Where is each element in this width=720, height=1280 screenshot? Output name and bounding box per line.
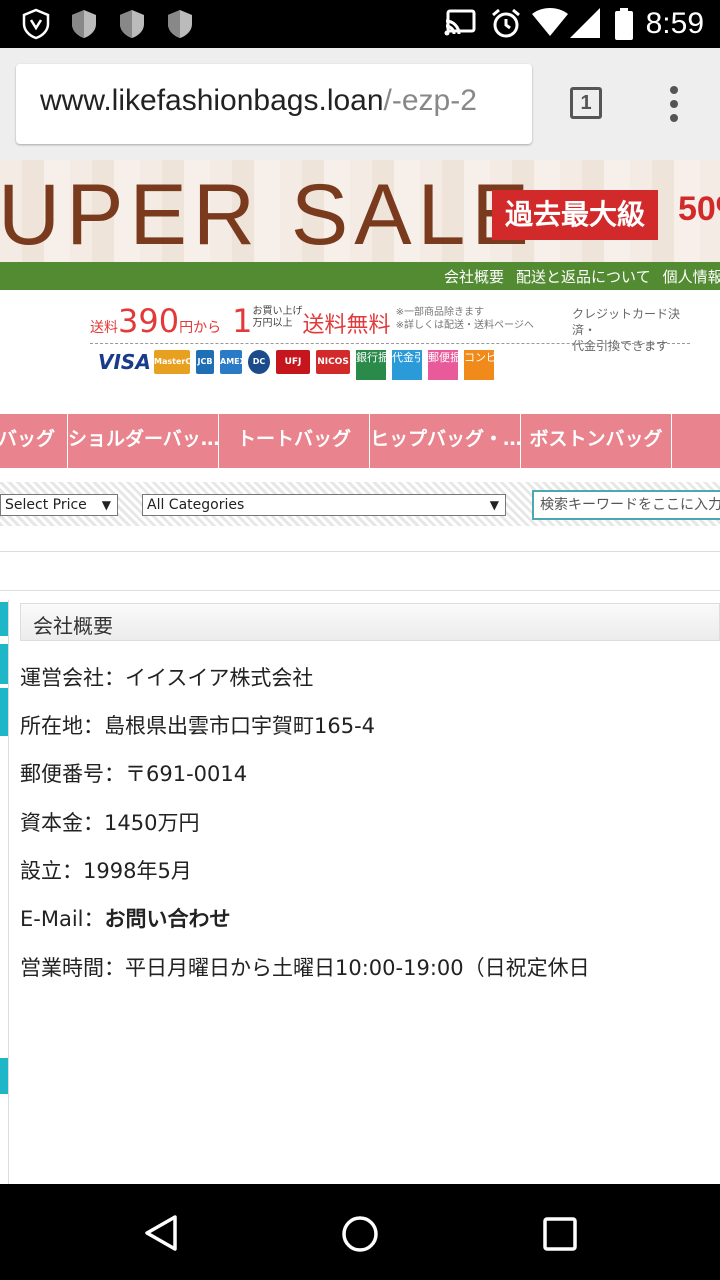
- overflow-menu-icon[interactable]: [668, 86, 680, 122]
- bank-transfer-icon: 銀行振込: [356, 350, 400, 380]
- jcb-logo: JCB: [196, 350, 214, 374]
- sidebar-marker: [0, 602, 8, 636]
- cast-icon: [444, 9, 476, 36]
- section-title: 会社概要: [33, 614, 113, 638]
- shipping-info: 送料390円から 1 お買い上げ 万円以上 送料無料 ※一部商品除きます ※詳し…: [90, 302, 692, 388]
- sale-tag: 過去最大級: [492, 190, 658, 240]
- url-path: /-ezp-2: [383, 84, 477, 117]
- link-privacy[interactable]: 個人情報保: [663, 268, 720, 286]
- email-label: E-Mail：: [20, 907, 105, 931]
- url-host: www.likefashionbags.loan: [40, 84, 384, 117]
- ufj-logo: UFJ: [276, 350, 310, 374]
- home-icon[interactable]: [340, 1214, 380, 1254]
- battery-icon: [615, 8, 633, 40]
- link-company-overview[interactable]: 会社概要: [444, 268, 504, 286]
- contact-link[interactable]: お問い合わせ: [105, 907, 231, 931]
- status-bar: 8:59: [0, 0, 720, 48]
- address-bar[interactable]: www.likefashionbags.loan/-ezp-2: [16, 64, 532, 144]
- company-postal: 郵便番号：〒691-0014: [20, 762, 248, 786]
- diners-logo: DC: [248, 350, 270, 374]
- threshold-top: お買い上げ: [252, 306, 303, 317]
- sale-title: UPER SALE: [0, 167, 535, 262]
- cod-icon: 代金引換: [392, 350, 436, 380]
- signal-icon: [570, 8, 600, 38]
- search-input[interactable]: 検索キーワードをここに入力: [532, 490, 720, 520]
- company-operator: 運営会社：イイスイア株式会社: [20, 666, 314, 690]
- sidebar-marker: [0, 1058, 8, 1094]
- dropdown-arrow-icon: ▼: [101, 498, 111, 512]
- category-select[interactable]: All Categories ▼: [142, 494, 506, 516]
- company-address: 所在地：島根県出雲市口宇賀町165-4: [20, 714, 376, 738]
- system-nav-bar: [0, 1184, 720, 1280]
- credit-note-2: 代金引換できます: [572, 339, 669, 353]
- section-header: 会社概要: [20, 603, 720, 641]
- browser-toolbar: www.likefashionbags.loan/-ezp-2 1: [0, 48, 720, 160]
- convenience-store-icon: コンビニ: [464, 350, 508, 380]
- category-bags[interactable]: バッグ: [0, 414, 68, 468]
- shipping-line: 送料390円から 1 お買い上げ 万円以上 送料無料 ※一部商品除きます ※詳し…: [90, 302, 534, 340]
- divider: [0, 551, 720, 552]
- category-shoulder-bags[interactable]: ショルダーバッ…: [68, 414, 219, 468]
- price-select-value: Select Price: [5, 497, 87, 513]
- dropdown-arrow-icon: ▼: [489, 498, 499, 512]
- shield-icon: [168, 10, 192, 38]
- left-sidebar: [0, 600, 9, 1184]
- category-tote-bags[interactable]: トートバッグ: [219, 414, 370, 468]
- company-capital: 資本金：1450万円: [20, 811, 200, 835]
- postal-transfer-icon: 郵便振替: [428, 350, 472, 380]
- alarm-icon: [492, 8, 520, 38]
- sidebar-marker: [0, 688, 8, 736]
- sidebar-marker: [0, 644, 8, 684]
- url-text[interactable]: www.likefashionbags.loan/-ezp-2: [40, 84, 477, 118]
- shield-icon: [72, 10, 96, 38]
- shipping-note-2: ※詳しくは配送・送料ページへ: [395, 320, 534, 331]
- free-shipping: 送料無料: [302, 313, 391, 338]
- back-icon[interactable]: [142, 1214, 180, 1252]
- threshold-number: 1: [232, 302, 253, 340]
- category-select-value: All Categories: [147, 497, 245, 513]
- divider: [0, 590, 720, 591]
- shield-logo-icon: [22, 8, 50, 40]
- company-hours: 営業時間：平日月曜日から土曜日10:00-19:00（日祝定休日: [20, 956, 590, 980]
- sale-banner[interactable]: UPER SALE 過去最大級 50%: [0, 160, 720, 262]
- threshold-bottom: 万円以上: [252, 318, 293, 329]
- category-nav: バッグ ショルダーバッ… トートバッグ ヒップバッグ・… ボストンバッグ 会: [0, 414, 720, 468]
- amex-logo: AMEX: [220, 350, 246, 374]
- shipping-suffix: 円から: [179, 320, 222, 336]
- category-hip-bags[interactable]: ヒップバッグ・…: [370, 414, 521, 468]
- category-boston-bags[interactable]: ボストンバッグ: [521, 414, 672, 468]
- sale-percent: 50%: [678, 190, 720, 228]
- shipping-note-1: ※一部商品除きます: [395, 307, 485, 318]
- wifi-icon: [532, 8, 568, 36]
- price-select[interactable]: Select Price ▼: [0, 494, 118, 516]
- credit-note-1: クレジットカード決済・: [572, 307, 681, 337]
- mastercard-logo: MasterCard: [154, 350, 206, 374]
- company-founded: 設立：1998年5月: [20, 859, 192, 883]
- search-bar: Select Price ▼ All Categories ▼ 検索キーワードをここ…: [0, 482, 720, 526]
- visa-logo: VISA: [98, 350, 151, 374]
- link-shipping-returns[interactable]: 配送と返品について: [516, 268, 651, 286]
- nicos-logo: NICOS: [316, 350, 350, 374]
- category-more[interactable]: 会: [672, 414, 720, 468]
- payment-methods: VISA MasterCardJCB AMEX DC UFJ NICOS 銀行振込代金引換郵…: [98, 350, 508, 384]
- recents-icon[interactable]: [542, 1216, 578, 1252]
- divider: [90, 343, 690, 344]
- clock: 8:59: [645, 7, 704, 40]
- company-email: E-Mail：お問い合わせ: [20, 903, 231, 933]
- shipping-prefix: 送料: [90, 320, 118, 336]
- top-links-bar: 会社概要配送と返品について個人情報保: [0, 262, 720, 290]
- tab-switcher-button[interactable]: 1: [570, 87, 602, 119]
- shield-icon: [120, 10, 144, 38]
- shipping-price: 390: [118, 302, 180, 340]
- credit-note: クレジットカード決済・ 代金引換できます: [572, 306, 692, 354]
